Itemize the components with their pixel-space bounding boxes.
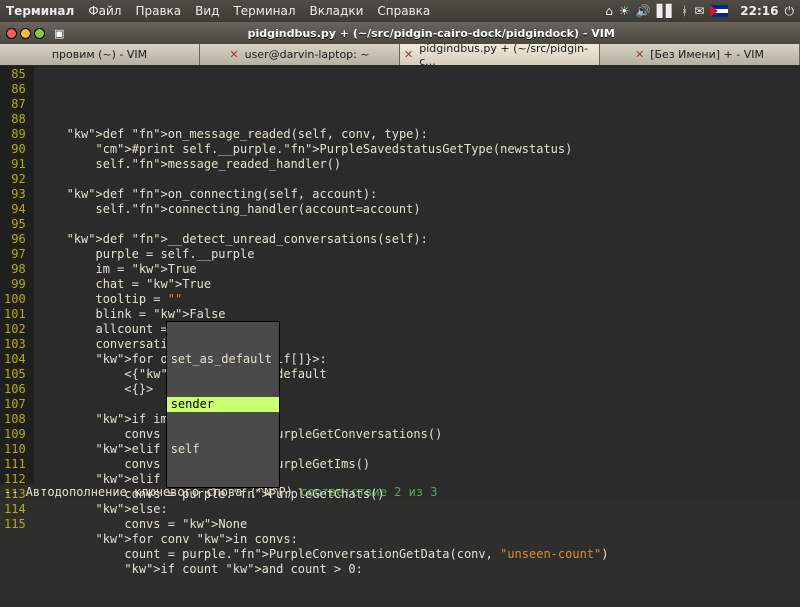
code-line: convs = purple."fn">PurpleGetIms(): [38, 457, 800, 472]
tray-icon[interactable]: ☀: [619, 4, 630, 18]
code-line: purple = self.__purple: [38, 247, 800, 262]
code-line: conversations = []: [38, 337, 800, 352]
menu-help[interactable]: Справка: [377, 4, 430, 18]
code-line: tooltip = "": [38, 292, 800, 307]
code-line: "kw">elif chat:: [38, 472, 800, 487]
os-menubar: Терминал Файл Правка Вид Терминал Вкладк…: [0, 0, 800, 22]
menubar-app-title: Терминал: [6, 4, 74, 18]
terminal-tabbar: провим (~) - VIM ✕ user@darvin-laptop: ~…: [0, 44, 800, 66]
code-line: [38, 217, 800, 232]
code-line: <{"kw">pass}> set_as_default: [38, 367, 800, 382]
code-line: convs = purple."fn">PurpleGetConversatio…: [38, 427, 800, 442]
window-titlebar: ▣ pidgindbus.py + (~/src/pidgin-cairo-do…: [0, 22, 800, 44]
window-buttons: [6, 28, 48, 39]
code-line: "kw">for one "kw">in <{self[]}>:: [38, 352, 800, 367]
code-line: [38, 172, 800, 187]
code-line: "kw">if im "kw">and chat:: [38, 412, 800, 427]
tab-0[interactable]: провим (~) - VIM: [0, 44, 200, 65]
completion-item[interactable]: set_as_default: [167, 352, 279, 367]
code-line: im = "kw">True: [38, 262, 800, 277]
code-line: [38, 112, 800, 127]
close-window-button[interactable]: [6, 28, 17, 39]
system-tray: ⌂ ☀ 🔊 ▋▋ ᚼ ✉ 22:16 ⏻: [605, 4, 794, 19]
code-line: allcount = 0: [38, 322, 800, 337]
tab-label: pidgindbus.py + (~/src/pidgin-c...: [419, 42, 595, 68]
code-line: "kw">def "fn">__detect_unread_conversati…: [38, 232, 800, 247]
code-line: blink = "kw">False: [38, 307, 800, 322]
code-line: "kw">else:: [38, 502, 800, 517]
completion-item[interactable]: self: [167, 442, 279, 457]
vim-editor[interactable]: 8586878889909192939495969798991001011021…: [0, 66, 800, 484]
mail-icon[interactable]: ✉: [694, 4, 704, 18]
menu-edit[interactable]: Правка: [135, 4, 181, 18]
menu-file[interactable]: Файл: [88, 4, 121, 18]
tab-label: провим (~) - VIM: [52, 48, 147, 61]
close-tab-icon[interactable]: ✕: [229, 48, 238, 61]
clock[interactable]: 22:16: [740, 4, 778, 18]
code-line: "kw">if count "kw">and count > 0:: [38, 562, 800, 577]
minimize-window-button[interactable]: [20, 28, 31, 39]
locale-flag-icon[interactable]: [710, 5, 728, 17]
close-tab-icon[interactable]: ✕: [404, 48, 413, 61]
maximize-window-button[interactable]: [34, 28, 45, 39]
code-line: "kw">def "fn">on_message_readed(self, co…: [38, 127, 800, 142]
code-line: count = purple."fn">PurpleConversationGe…: [38, 547, 800, 562]
completion-item-selected[interactable]: sender: [167, 397, 279, 412]
completion-popup[interactable]: set_as_default sender self: [166, 321, 280, 488]
tab-label: [Без Имени] + - VIM: [650, 48, 764, 61]
menu-terminal[interactable]: Терминал: [233, 4, 295, 18]
bluetooth-icon[interactable]: ᚼ: [681, 4, 688, 18]
code-line: "kw">def "fn">on_connecting(self, accoun…: [38, 187, 800, 202]
code-line: convs = "kw">None: [38, 517, 800, 532]
menu-view[interactable]: Вид: [195, 4, 219, 18]
network-icon[interactable]: ▋▋: [657, 4, 675, 18]
tab-2[interactable]: ✕ pidgindbus.py + (~/src/pidgin-c...: [400, 44, 600, 65]
code-line: self: [38, 397, 800, 412]
code-line: "kw">elif im:: [38, 442, 800, 457]
volume-icon[interactable]: 🔊: [636, 4, 651, 18]
tab-3[interactable]: ✕ [Без Имени] + - VIM: [600, 44, 800, 65]
code-line: chat = "kw">True: [38, 277, 800, 292]
code-line: self."fn">message_readed_handler(): [38, 157, 800, 172]
terminal-icon: ▣: [54, 27, 64, 40]
session-icon[interactable]: ⏻: [785, 4, 795, 19]
menu-tabs[interactable]: Вкладки: [310, 4, 364, 18]
tab-label: user@darvin-laptop: ~: [245, 48, 370, 61]
window-title: pidgindbus.py + (~/src/pidgin-cairo-dock…: [68, 27, 794, 40]
code-line: "kw">for conv "kw">in convs:: [38, 532, 800, 547]
code-line: self."fn">connecting_handler(account=acc…: [38, 202, 800, 217]
tray-icon[interactable]: ⌂: [605, 4, 613, 18]
code-line: "cm">#print self.__purple."fn">PurpleSav…: [38, 142, 800, 157]
close-tab-icon[interactable]: ✕: [635, 48, 644, 61]
code-area[interactable]: "kw">def "fn">on_message_readed(self, co…: [34, 66, 800, 484]
code-line: <{}> sender: [38, 382, 800, 397]
tab-1[interactable]: ✕ user@darvin-laptop: ~: [200, 44, 400, 65]
line-number-gutter: 8586878889909192939495969798991001011021…: [0, 66, 34, 484]
